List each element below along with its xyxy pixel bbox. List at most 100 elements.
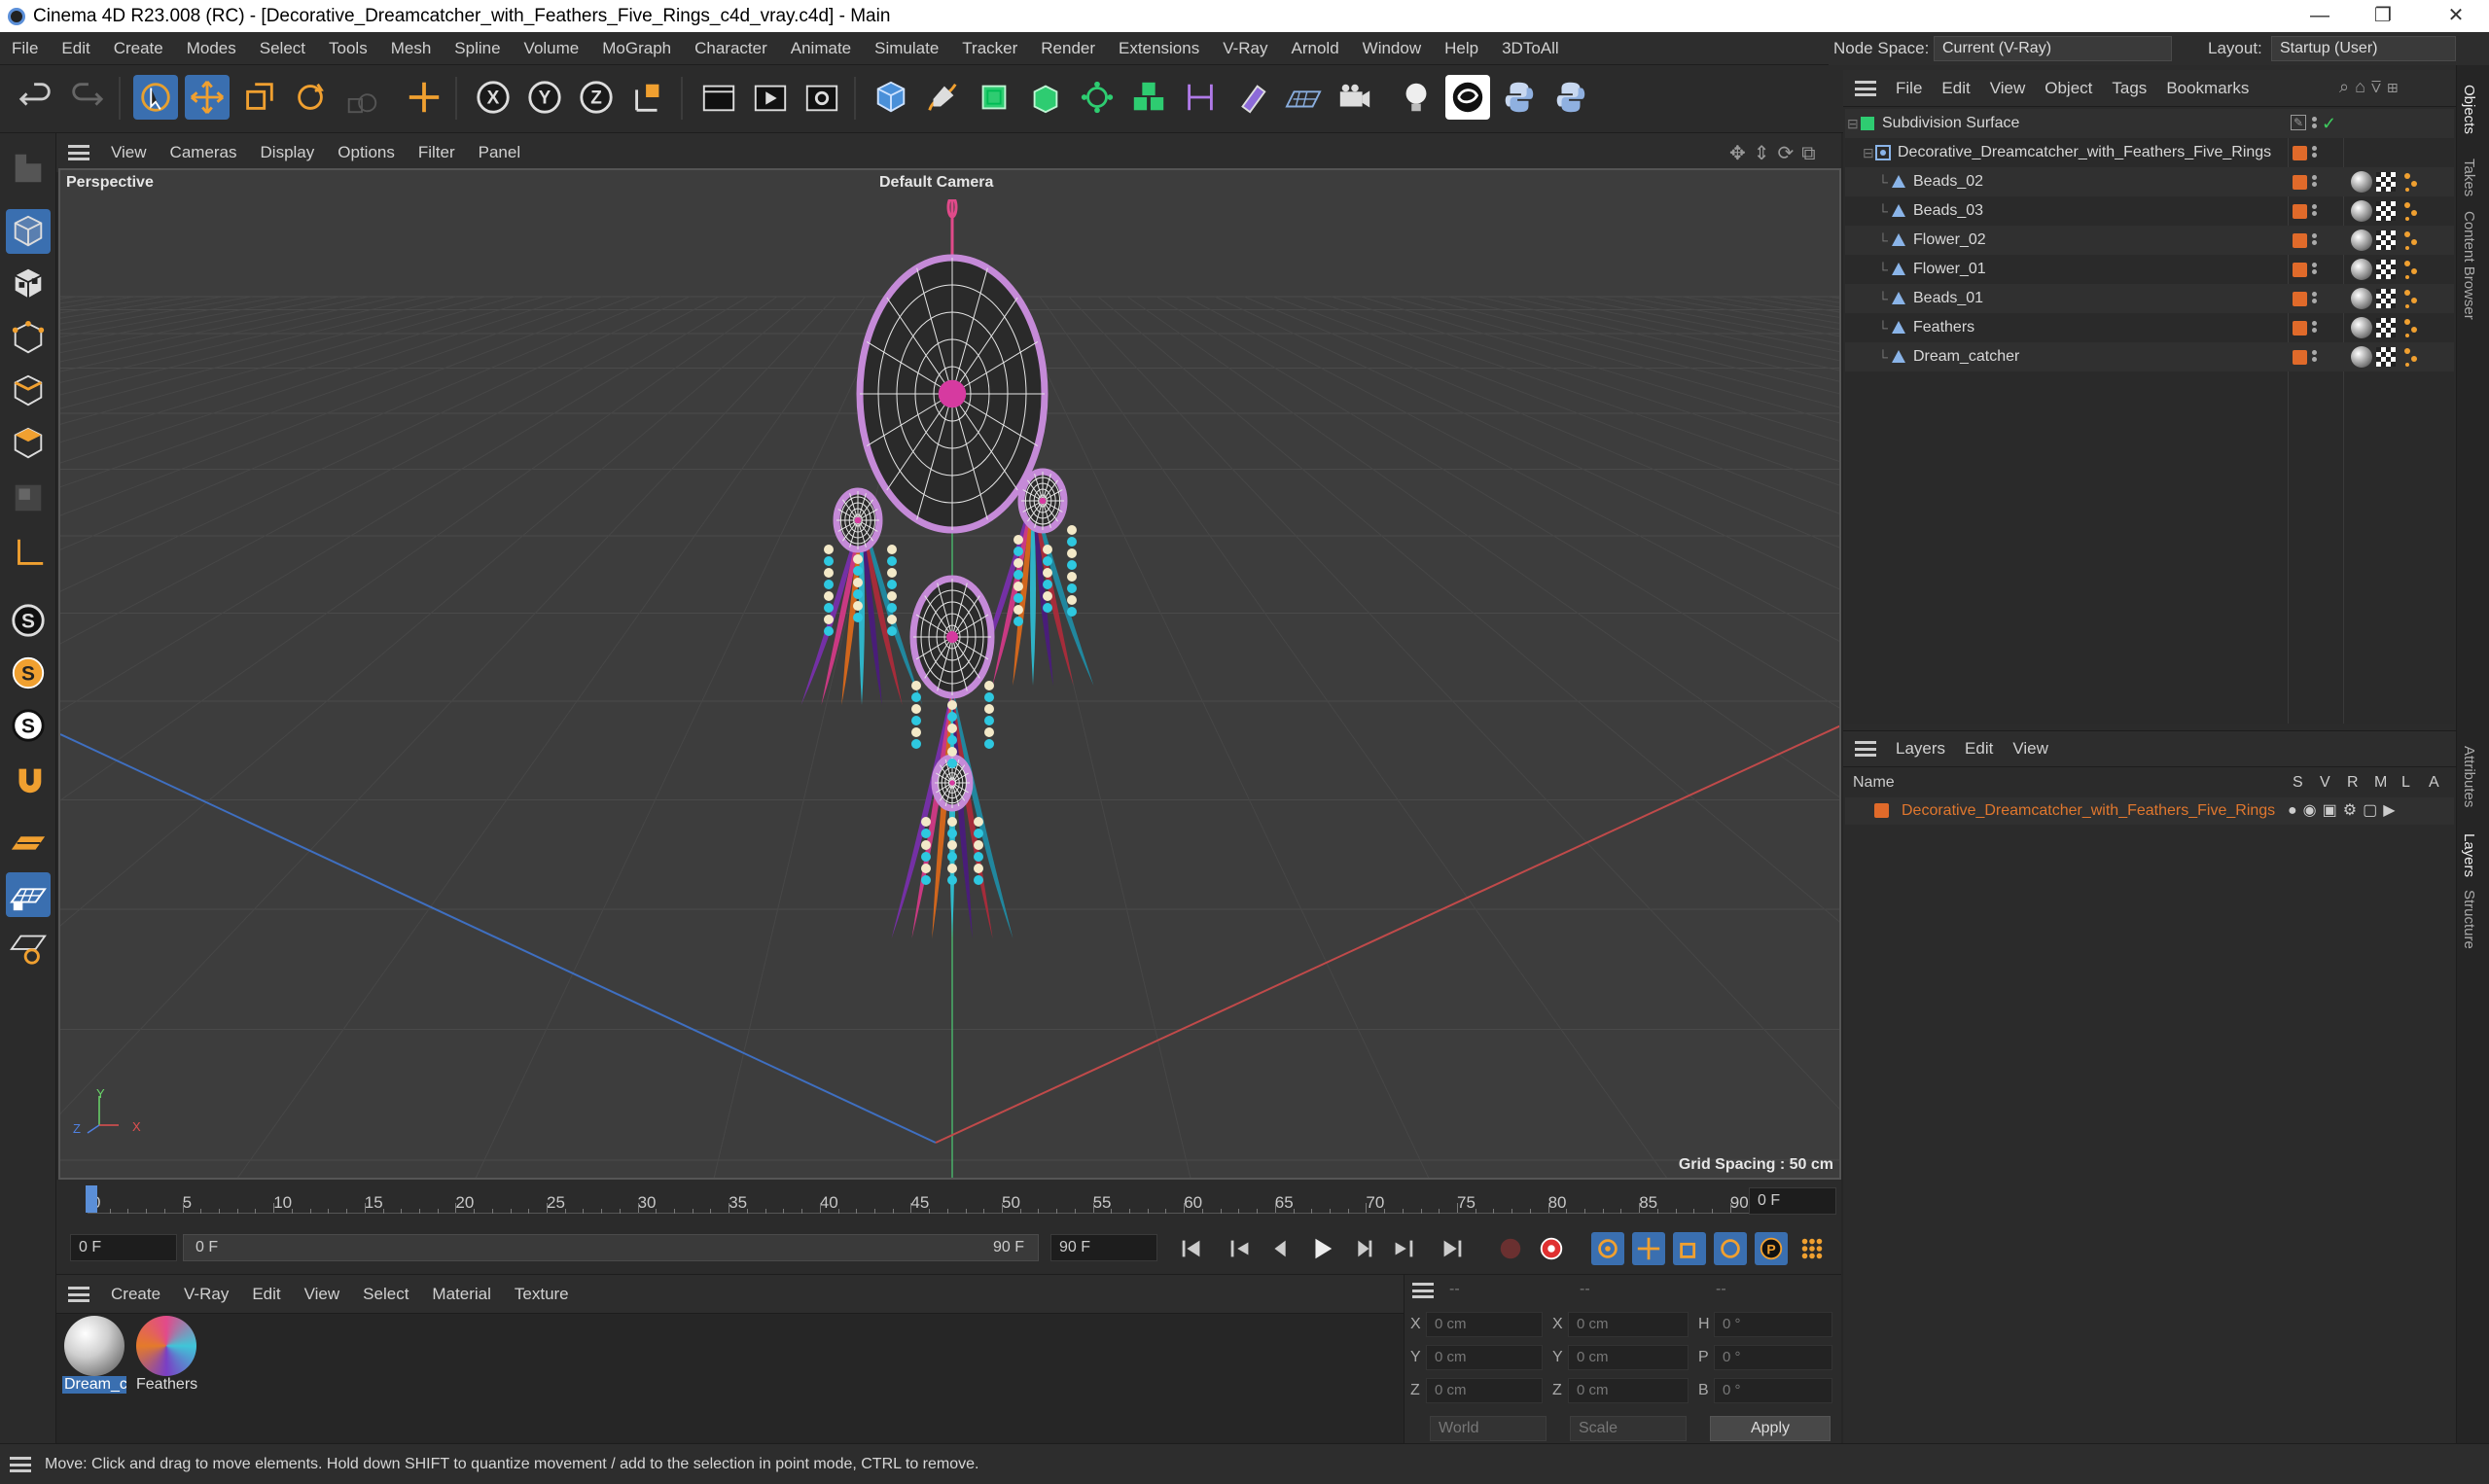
workplane-rotate-button[interactable]: [6, 925, 51, 970]
vray-tag-icon[interactable]: [2401, 288, 2419, 309]
coord-rotation-field[interactable]: 0 °: [1714, 1378, 1832, 1403]
python2-button[interactable]: [1548, 75, 1593, 120]
tab-attributes[interactable]: Attributes: [2461, 746, 2477, 807]
coord-rotation-field[interactable]: 0 °: [1714, 1345, 1832, 1370]
dreamcatcher-model[interactable]: [800, 199, 1111, 1152]
quantize-button[interactable]: S: [6, 703, 51, 748]
key-rotation-button[interactable]: [1714, 1232, 1747, 1265]
go-to-start-button[interactable]: [1175, 1232, 1208, 1265]
layer-color-tag[interactable]: [2293, 321, 2307, 336]
layout-dropdown[interactable]: Startup (User): [2271, 36, 2456, 61]
object-row[interactable]: ⊟ Decorative_Dreamcatcher_with_Feathers_F…: [1845, 138, 2454, 167]
menu-modes[interactable]: Modes: [175, 39, 248, 58]
redo-button[interactable]: [64, 75, 109, 120]
material-tag-icon[interactable]: [2351, 259, 2372, 280]
play-button[interactable]: [1305, 1232, 1338, 1265]
workplane-button[interactable]: [6, 820, 51, 865]
snap-button[interactable]: S: [6, 598, 51, 643]
texture-tag-icon[interactable]: [2376, 230, 2396, 250]
object-row[interactable]: ⊟ Subdivision Surface ✎ ✓: [1845, 109, 2454, 138]
tab-structure[interactable]: Structure: [2461, 890, 2477, 949]
material-dream-catcher[interactable]: Dream_c: [62, 1314, 126, 1399]
vray-tag-icon[interactable]: [2401, 230, 2419, 251]
menu-help[interactable]: Help: [1433, 39, 1490, 58]
object-row[interactable]: └ Beads_02: [1845, 167, 2454, 196]
visibility-dots[interactable]: [2312, 202, 2318, 220]
select-tool-button[interactable]: [133, 75, 178, 120]
status-hamburger-icon[interactable]: [10, 1456, 31, 1472]
x-axis-lock-button[interactable]: X: [471, 75, 516, 120]
menu-arnold[interactable]: Arnold: [1280, 39, 1351, 58]
end-frame-field[interactable]: 90 F: [1050, 1234, 1157, 1261]
layer-menu-view[interactable]: View: [2003, 739, 2058, 759]
paint-button[interactable]: [1229, 75, 1274, 120]
object-row[interactable]: └ Beads_03: [1845, 196, 2454, 226]
edges-mode-button[interactable]: [6, 369, 51, 413]
viewport-nav-icons[interactable]: ✥⇕⟳⧉: [1729, 141, 1824, 165]
visibility-dots[interactable]: [2312, 319, 2318, 336]
layer-column-l[interactable]: L: [2401, 774, 2410, 792]
material-menu-v-ray[interactable]: V-Ray: [172, 1285, 240, 1304]
layer-menu-layers[interactable]: Layers: [1886, 739, 1955, 759]
layer-column-v[interactable]: V: [2320, 774, 2330, 792]
material-hamburger-icon[interactable]: [68, 1286, 89, 1302]
object-hamburger-icon[interactable]: [1855, 80, 1876, 96]
coord-size-field[interactable]: 0 cm: [1568, 1312, 1689, 1337]
render-settings-button[interactable]: [800, 75, 844, 120]
start-frame-field[interactable]: 0 F: [70, 1234, 177, 1261]
object-row[interactable]: └ Feathers: [1845, 313, 2454, 342]
camera-button[interactable]: [1333, 75, 1377, 120]
layer-color-tag[interactable]: [2293, 350, 2307, 365]
uv-mode-button[interactable]: [6, 476, 51, 520]
cloner-button[interactable]: [1075, 75, 1120, 120]
workplane-lock-button[interactable]: [6, 872, 51, 917]
material-menu-select[interactable]: Select: [351, 1285, 420, 1304]
key-position-button[interactable]: [1632, 1232, 1665, 1265]
material-tag-icon[interactable]: [2351, 171, 2372, 193]
texture-tag-icon[interactable]: [2376, 289, 2396, 308]
vray-tag-icon[interactable]: [2401, 171, 2419, 193]
viewport-menu-options[interactable]: Options: [326, 143, 407, 162]
visibility-dots[interactable]: [2312, 290, 2318, 307]
material-tag-icon[interactable]: [2351, 317, 2372, 338]
minimize-button[interactable]: —: [2291, 0, 2349, 32]
coord-hamburger-icon[interactable]: [1412, 1283, 1434, 1298]
visibility-dots[interactable]: [2312, 173, 2318, 191]
frame-range-slider[interactable]: 0 F 90 F: [183, 1234, 1039, 1261]
tab-takes[interactable]: Takes: [2461, 159, 2477, 196]
menu-select[interactable]: Select: [248, 39, 317, 58]
tab-content-browser[interactable]: Content Browser: [2461, 211, 2477, 320]
object-row[interactable]: └ Beads_01: [1845, 284, 2454, 313]
render-region-button[interactable]: [696, 75, 741, 120]
deformer-button[interactable]: [1178, 75, 1223, 120]
undo-button[interactable]: [14, 75, 58, 120]
pen-button[interactable]: [920, 75, 965, 120]
material-tag-icon[interactable]: [2351, 346, 2372, 368]
object-row[interactable]: └ Flower_01: [1845, 255, 2454, 284]
material-tag-icon[interactable]: [2351, 230, 2372, 251]
menu-animate[interactable]: Animate: [779, 39, 863, 58]
viewport-menu-display[interactable]: Display: [249, 143, 327, 162]
array-button[interactable]: [1126, 75, 1171, 120]
cube-button[interactable]: [869, 75, 913, 120]
rotate-tool-button[interactable]: [288, 75, 333, 120]
texture-tag-icon[interactable]: [2376, 318, 2396, 337]
render-view-button[interactable]: [748, 75, 793, 120]
menu-mograph[interactable]: MoGraph: [590, 39, 683, 58]
points-mode-button[interactable]: [6, 316, 51, 361]
layer-row[interactable]: Decorative_Dreamcatcher_with_Feathers_Fi…: [1845, 797, 2454, 825]
coord-size-field[interactable]: 0 cm: [1568, 1345, 1689, 1370]
texture-mode-button[interactable]: [6, 262, 51, 306]
vray-tag-icon[interactable]: [2401, 346, 2419, 368]
coord-size-field[interactable]: 0 cm: [1568, 1378, 1689, 1403]
prev-frame-button[interactable]: [1264, 1232, 1298, 1265]
layer-toggles[interactable]: ●◉▣⚙▢▶: [2288, 797, 2401, 825]
layer-column-a[interactable]: A: [2429, 774, 2439, 792]
maximize-button[interactable]: ❐: [2354, 0, 2412, 32]
record-off-button[interactable]: [1494, 1232, 1527, 1265]
menu-extensions[interactable]: Extensions: [1107, 39, 1211, 58]
viewport-menu-view[interactable]: View: [99, 143, 159, 162]
layer-column-s[interactable]: S: [2293, 774, 2303, 792]
vray-button[interactable]: [1445, 75, 1490, 120]
go-to-end-button[interactable]: [1436, 1232, 1469, 1265]
